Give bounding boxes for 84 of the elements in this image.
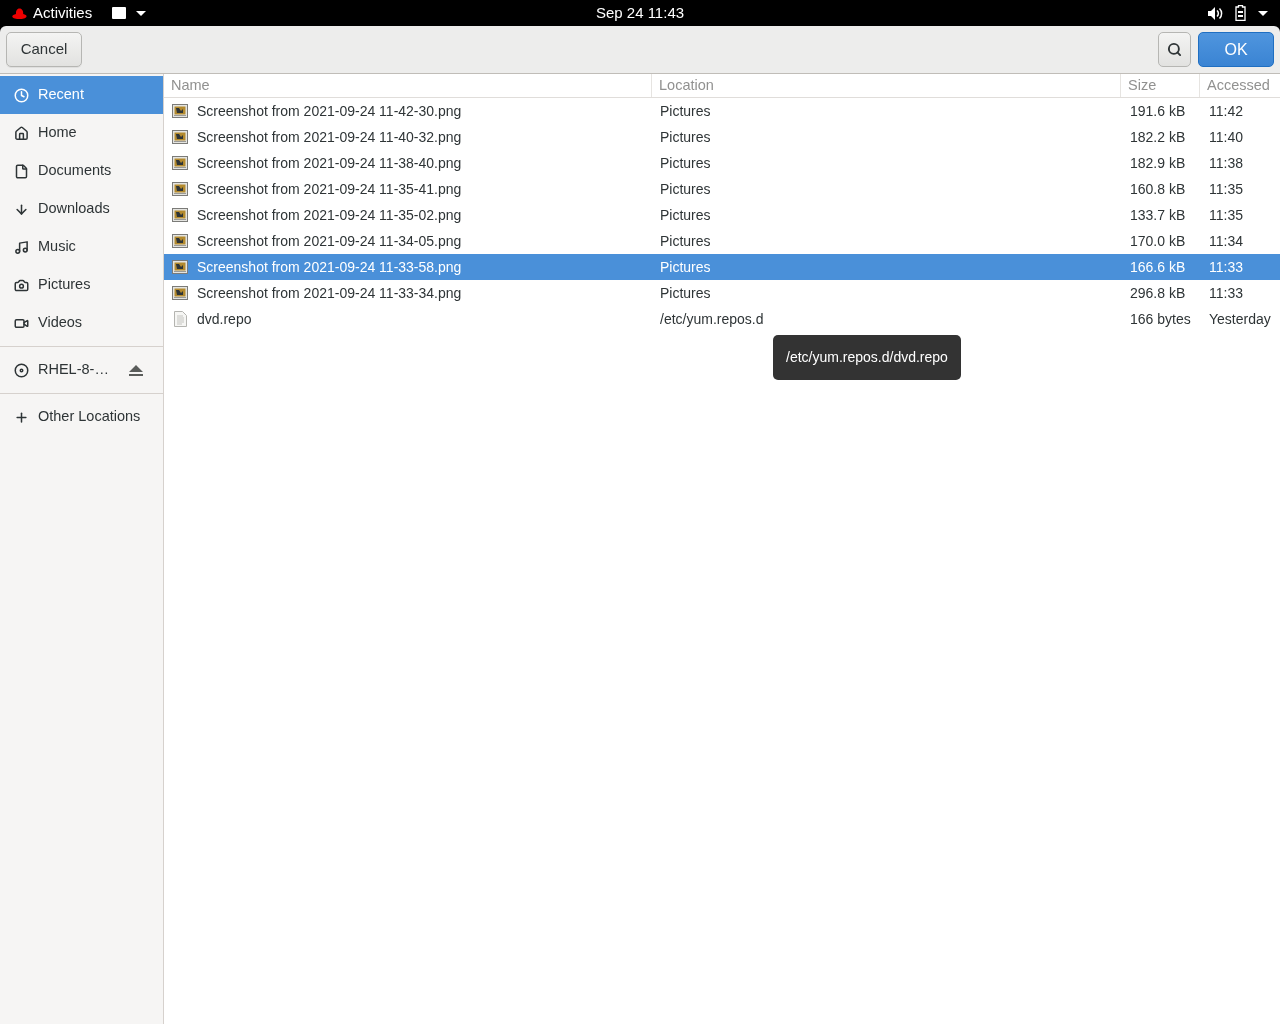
cancel-button[interactable]: Cancel	[6, 32, 82, 67]
home-icon	[14, 125, 29, 141]
sidebar-item[interactable]: Music	[0, 228, 163, 266]
activities-button[interactable]: Activities	[0, 0, 101, 26]
image-file-icon	[172, 234, 188, 248]
sidebar-item[interactable]: Other Locations	[0, 398, 163, 436]
eject-icon	[129, 364, 143, 376]
sidebar-label: Downloads	[38, 199, 110, 219]
caret-icon	[136, 10, 147, 16]
sidebar-label: Recent	[38, 85, 84, 105]
file-accessed: 11:35	[1209, 180, 1243, 197]
image-file-icon	[172, 156, 188, 170]
clock-button[interactable]: Sep 24 11:43	[595, 0, 685, 26]
file-location: Pictures	[660, 102, 711, 119]
file-accessed: 11:34	[1209, 232, 1243, 249]
file-accessed: 11:40	[1209, 128, 1243, 145]
image-file-icon	[172, 182, 188, 196]
file-location: Pictures	[660, 284, 711, 301]
file-name: Screenshot from 2021-09-24 11-35-02.png	[197, 205, 462, 225]
sidebar-item[interactable]: Home	[0, 114, 163, 152]
text-file-icon	[173, 311, 187, 327]
file-location: Pictures	[660, 206, 711, 223]
file-name: dvd.repo	[197, 309, 252, 329]
sidebar-label: Home	[38, 123, 77, 143]
eject-button[interactable]	[129, 364, 143, 376]
music-icon	[14, 239, 29, 255]
file-accessed: Yesterday	[1209, 310, 1271, 327]
file-name: Screenshot from 2021-09-24 11-33-34.png	[197, 283, 462, 303]
search-button[interactable]	[1158, 32, 1191, 67]
image-file-icon	[172, 130, 188, 144]
file-name: Screenshot from 2021-09-24 11-34-05.png	[197, 231, 462, 251]
sidebar-label: Pictures	[38, 275, 91, 295]
sidebar-label: Videos	[38, 313, 83, 333]
image-file-icon	[172, 260, 188, 274]
tooltip: /etc/yum.repos.d/dvd.repo	[773, 335, 961, 380]
file-accessed: 11:33	[1209, 258, 1243, 275]
file-name: Screenshot from 2021-09-24 11-33-58.png	[197, 257, 462, 277]
file-size: 166.6 kB	[1130, 258, 1186, 275]
file-size: 160.8 kB	[1130, 180, 1186, 197]
document-icon	[14, 163, 29, 179]
file-location: Pictures	[660, 232, 711, 249]
file-name: Screenshot from 2021-09-24 11-38-40.png	[197, 153, 462, 173]
sidebar-label: Other Locations	[38, 407, 141, 427]
file-name: Screenshot from 2021-09-24 11-42-30.png	[197, 101, 462, 121]
file-size: 191.6 kB	[1130, 102, 1186, 119]
file-name: Screenshot from 2021-09-24 11-40-32.png	[197, 127, 462, 147]
sidebar-item[interactable]: Pictures	[0, 266, 163, 304]
image-file-icon	[172, 208, 188, 222]
file-size: 296.8 kB	[1130, 284, 1186, 301]
download-icon	[14, 201, 29, 217]
sidebar-item[interactable]: Downloads	[0, 190, 163, 228]
sidebar-item[interactable]: RHEL-8-…	[0, 351, 163, 389]
sidebar-label: Documents	[38, 161, 112, 181]
sidebar-label: Music	[38, 237, 76, 257]
sidebar-item[interactable]: Videos	[0, 304, 163, 342]
volume-icon	[1208, 6, 1223, 20]
file-location: Pictures	[660, 258, 711, 275]
disc-icon	[14, 362, 29, 378]
camera-icon	[14, 277, 29, 293]
file-location: Pictures	[660, 128, 711, 145]
file-accessed: 11:33	[1209, 284, 1243, 301]
file-size: 182.2 kB	[1130, 128, 1186, 145]
hat-icon	[12, 7, 27, 19]
file-size: 166 bytes	[1130, 310, 1191, 327]
file-name: Screenshot from 2021-09-24 11-35-41.png	[197, 179, 462, 199]
image-file-icon	[172, 104, 188, 118]
file-size: 170.0 kB	[1130, 232, 1186, 249]
sidebar-item[interactable]: Documents	[0, 152, 163, 190]
clock-icon	[14, 87, 29, 103]
file-size: 133.7 kB	[1130, 206, 1186, 223]
search-icon	[1167, 42, 1182, 57]
file-location: Pictures	[660, 154, 711, 171]
caret-icon	[1258, 10, 1268, 16]
file-location: Pictures	[660, 180, 711, 197]
image-file-icon	[172, 286, 188, 300]
file-accessed: 11:35	[1209, 206, 1243, 223]
battery-icon	[1235, 5, 1246, 21]
window-icon	[112, 7, 127, 19]
file-accessed: 11:38	[1209, 154, 1243, 171]
file-location: /etc/yum.repos.d	[660, 310, 764, 327]
file-accessed: 11:42	[1209, 102, 1243, 119]
file-size: 182.9 kB	[1130, 154, 1186, 171]
plus-icon	[14, 409, 29, 425]
sidebar-label: RHEL-8-…	[38, 360, 109, 380]
